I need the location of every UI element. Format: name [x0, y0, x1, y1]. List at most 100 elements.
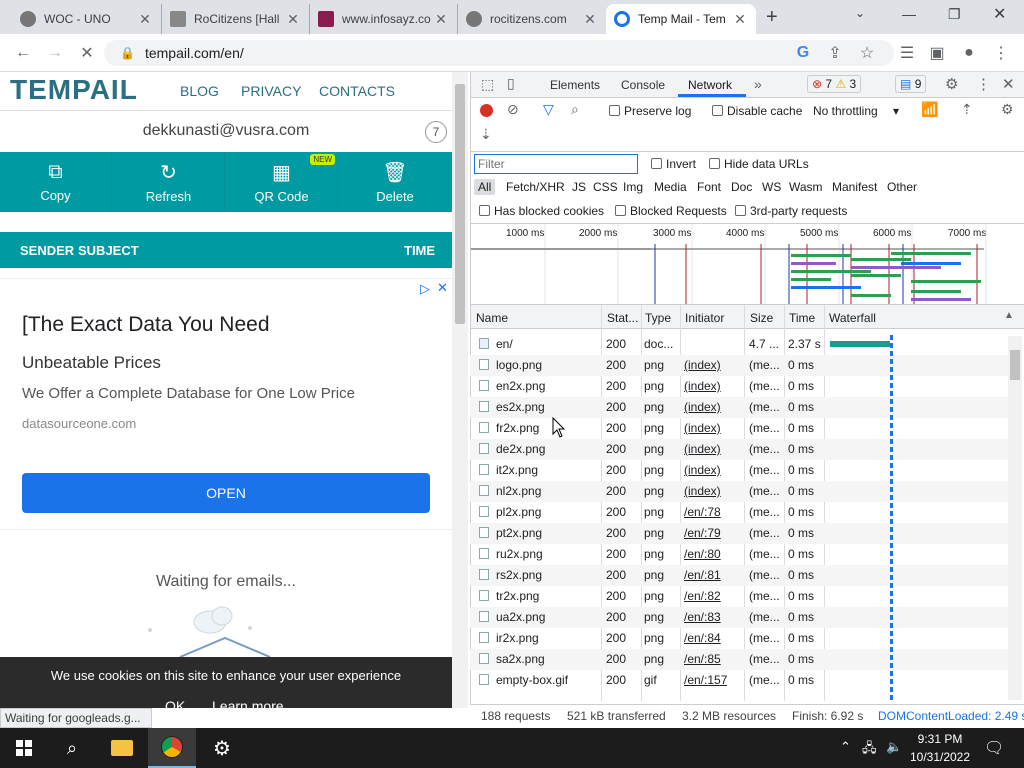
tempail-logo[interactable]: TEMPAIL	[10, 74, 138, 106]
type-filter-media[interactable]: Media	[654, 180, 687, 194]
qr-code-button[interactable]: ▦ QR Code NEW	[226, 152, 338, 212]
network-conditions-icon[interactable]: 📶	[921, 101, 938, 118]
ad-close-icon[interactable]: ✕	[437, 280, 448, 296]
tab-network[interactable]: Network	[688, 78, 732, 92]
type-filter-wasm[interactable]: Wasm	[789, 180, 823, 194]
ad-domain[interactable]: datasourceone.com	[22, 416, 136, 431]
cell-initiator[interactable]: (index)	[684, 484, 721, 498]
cell-initiator[interactable]: /en/:83	[684, 610, 721, 624]
close-icon[interactable]: ✕	[137, 11, 153, 28]
tab-search-icon[interactable]: ⌄	[855, 6, 865, 20]
cell-initiator[interactable]: (index)	[684, 379, 721, 393]
cell-initiator[interactable]: /en/:78	[684, 505, 721, 519]
network-row[interactable]: ua2x.png 200 png/en/:83 (me... 0 ms	[470, 607, 1022, 628]
nav-privacy[interactable]: PRIVACY	[241, 83, 301, 99]
type-filter-doc[interactable]: Doc	[731, 180, 752, 194]
volume-tray-icon[interactable]: 🔈	[886, 739, 902, 755]
more-tabs-icon[interactable]: »	[754, 76, 762, 92]
network-row[interactable]: pt2x.png 200 png/en/:79 (me... 0 ms	[470, 523, 1022, 544]
blocked-requests-checkbox[interactable]: Blocked Requests	[615, 204, 727, 218]
cell-initiator[interactable]: /en/:82	[684, 589, 721, 603]
refresh-button[interactable]: ↻ Refresh	[113, 152, 225, 212]
export-har-icon[interactable]: ⇣	[480, 126, 492, 143]
settings-taskbar-icon[interactable]: ⚙	[198, 728, 246, 768]
network-row[interactable]: ru2x.png 200 png/en/:80 (me... 0 ms	[470, 544, 1022, 565]
messages-counter[interactable]: ▤ 9	[895, 75, 927, 93]
cell-initiator[interactable]: (index)	[684, 442, 721, 456]
network-row[interactable]: es2x.png 200 png (index) (me... 0 ms	[470, 397, 1022, 418]
issues-counter[interactable]: ⊗ 7 ⚠ 3	[807, 75, 862, 93]
type-filter-ws[interactable]: WS	[762, 180, 781, 194]
col-name[interactable]: Name	[476, 311, 508, 325]
cell-initiator[interactable]: (index)	[684, 421, 721, 435]
cell-initiator[interactable]: /en/:85	[684, 652, 721, 666]
type-filter-css[interactable]: CSS	[593, 180, 618, 194]
reading-list-icon[interactable]: ☰	[894, 40, 920, 66]
close-icon[interactable]: ✕	[582, 11, 598, 28]
network-row[interactable]: ir2x.png 200 png/en/:84 (me... 0 ms	[470, 628, 1022, 649]
network-row[interactable]: empty-box.gif 200 gif/en/:157 (me... 0 ms	[470, 670, 1022, 691]
has-blocked-cookies-checkbox[interactable]: Has blocked cookies	[479, 204, 604, 218]
hide-data-urls-checkbox[interactable]: Hide data URLs	[709, 157, 809, 171]
nav-contacts[interactable]: CONTACTS	[319, 83, 395, 99]
preserve-log-checkbox[interactable]: Preserve log	[609, 104, 691, 118]
network-row[interactable]: tr2x.png 200 png/en/:82 (me... 0 ms	[470, 586, 1022, 607]
tray-chevron-icon[interactable]: ⌃	[840, 739, 851, 755]
invert-checkbox[interactable]: Invert	[651, 157, 696, 171]
copy-button[interactable]: ⧉ Copy	[0, 152, 112, 212]
adchoices-icon[interactable]: ▷	[420, 281, 430, 297]
file-explorer-icon[interactable]	[98, 728, 146, 768]
col-status[interactable]: Stat...	[607, 311, 638, 325]
cell-initiator[interactable]: /en/:80	[684, 547, 721, 561]
cookie-learn-more-link[interactable]: Learn more	[212, 698, 284, 714]
browser-tab-1[interactable]: WOC - UNO ✕	[12, 4, 162, 34]
window-close-button[interactable]: ✕	[993, 4, 1006, 24]
delete-button[interactable]: 🗑 Delete	[339, 152, 451, 212]
browser-tab-4[interactable]: rocitizens.com ✕	[458, 4, 606, 34]
start-windows-icon[interactable]	[0, 728, 48, 768]
cell-initiator[interactable]: /en/:79	[684, 526, 721, 540]
browser-tab-2[interactable]: RoCitizens [Hall ✕	[162, 4, 310, 34]
new-tab-button[interactable]: +	[766, 6, 778, 29]
clear-icon[interactable]: ⊘	[507, 101, 519, 118]
close-icon[interactable]: ✕	[433, 11, 449, 28]
type-filter-fetch[interactable]: Fetch/XHR	[506, 180, 565, 194]
col-waterfall[interactable]: Waterfall	[829, 311, 876, 325]
forward-arrow-icon[interactable]: →	[42, 40, 68, 66]
network-scrollbar-thumb[interactable]	[1010, 350, 1020, 380]
scrollbar-thumb[interactable]	[455, 84, 465, 324]
timeline-overview[interactable]: 1000 ms 2000 ms 3000 ms 4000 ms 5000 ms …	[471, 224, 1024, 305]
ad-open-button[interactable]: OPEN	[22, 473, 430, 513]
col-size[interactable]: Size	[750, 311, 773, 325]
browser-tab-5-active[interactable]: Temp Mail - Tem ✕	[606, 4, 756, 34]
tab-elements[interactable]: Elements	[550, 78, 600, 92]
bookmark-star-icon[interactable]: ☆	[854, 40, 880, 66]
cell-initiator[interactable]: /en/:81	[684, 568, 721, 582]
cell-initiator[interactable]: (index)	[684, 400, 721, 414]
filter-input[interactable]	[474, 154, 638, 174]
side-panel-icon[interactable]: ▣	[924, 40, 950, 66]
page-scrollbar[interactable]	[452, 72, 468, 708]
network-row[interactable]: it2x.png 200 png (index) (me... 0 ms	[470, 460, 1022, 481]
maximize-button[interactable]: ❐	[948, 6, 961, 23]
network-settings-icon[interactable]: ⚙	[1001, 101, 1014, 118]
network-row[interactable]: sa2x.png 200 png/en/:85 (me... 0 ms	[470, 649, 1022, 670]
col-type[interactable]: Type	[645, 311, 671, 325]
type-filter-other[interactable]: Other	[887, 180, 917, 194]
back-arrow-icon[interactable]: ←	[10, 40, 36, 66]
minimize-button[interactable]: —	[902, 6, 916, 22]
type-filter-manifest[interactable]: Manifest	[832, 180, 877, 194]
type-filter-font[interactable]: Font	[697, 180, 721, 194]
browser-tab-3[interactable]: www.infosayz.co ✕	[310, 4, 458, 34]
type-filter-img[interactable]: Img	[623, 180, 643, 194]
clock-time[interactable]: 9:31 PM	[905, 732, 975, 746]
cookie-ok-button[interactable]: OK	[165, 698, 185, 714]
device-toolbar-icon[interactable]: ▯	[507, 75, 515, 92]
type-filter-all[interactable]: All	[474, 179, 496, 195]
nav-blog[interactable]: BLOG	[180, 83, 219, 99]
clock-date[interactable]: 10/31/2022	[905, 750, 975, 764]
throttling-select[interactable]: No throttling ▾	[813, 104, 899, 118]
network-row[interactable]: nl2x.png 200 png (index) (me... 0 ms	[470, 481, 1022, 502]
cell-initiator[interactable]: (index)	[684, 463, 721, 477]
inspect-element-icon[interactable]: ⬚	[481, 76, 494, 93]
